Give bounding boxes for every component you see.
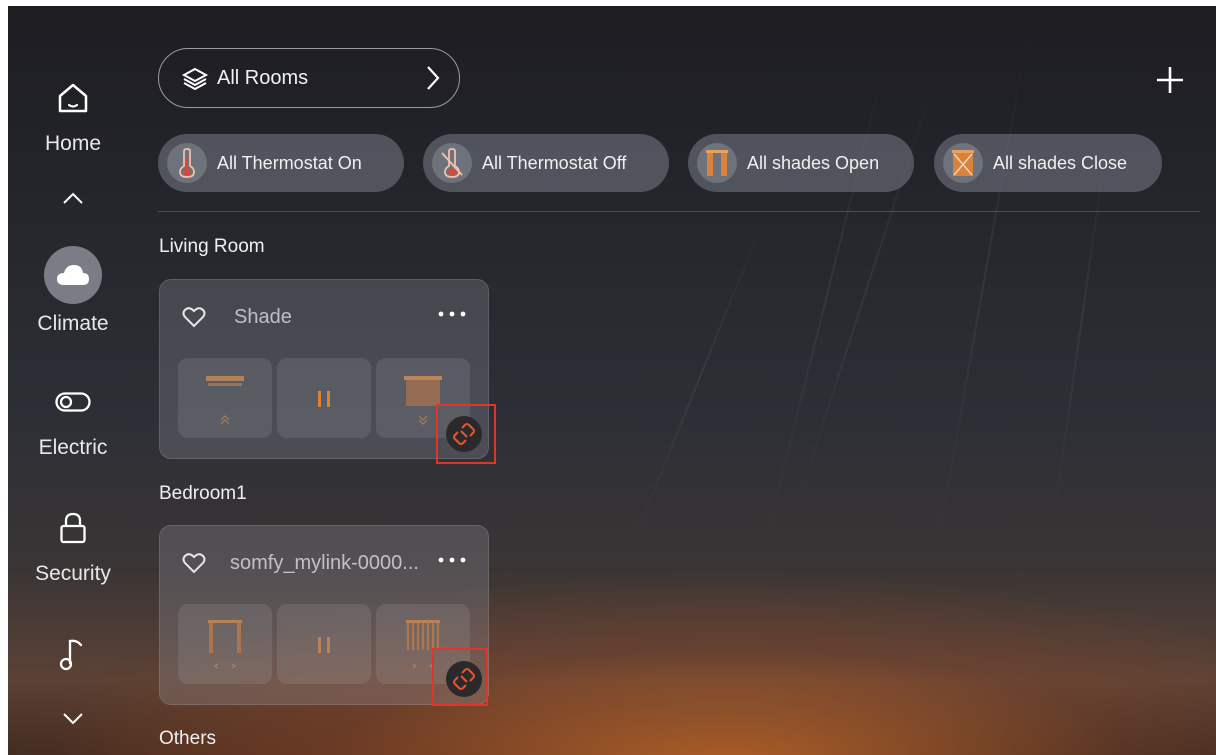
home-icon (53, 78, 93, 118)
roller-up-icon (206, 376, 244, 425)
all-thermostat-off-button[interactable]: All Thermostat Off (423, 134, 669, 192)
room-selector-button[interactable]: All Rooms (158, 48, 460, 108)
device-name: Shade (234, 306, 292, 328)
pause-icon (318, 637, 330, 653)
shade-close-icon (943, 143, 983, 183)
sidebar-item-security[interactable]: Security (8, 508, 138, 586)
more-options-icon[interactable] (436, 550, 468, 570)
sidebar: Home Climate Electric Security (8, 6, 138, 755)
lock-icon (53, 508, 93, 548)
shade-open-button[interactable] (178, 358, 272, 438)
app-screen: Home Climate Electric Security All Rooms… (8, 6, 1216, 755)
all-thermostat-on-button[interactable]: All Thermostat On (158, 134, 404, 192)
curtain-pause-button[interactable] (277, 604, 371, 684)
toggle-icon (53, 382, 93, 422)
sidebar-item-label: Security (35, 562, 111, 585)
sidebar-item-music[interactable] (8, 634, 138, 674)
more-options-icon[interactable] (436, 304, 468, 324)
section-title-others: Others (159, 728, 217, 749)
music-note-icon (53, 634, 93, 674)
device-name: somfy_mylink-0000... (230, 552, 419, 574)
pause-icon (318, 391, 330, 407)
highlight-box (436, 404, 496, 464)
thermometer-off-icon (432, 143, 472, 183)
curtain-open-icon (208, 620, 242, 669)
curtain-open-button[interactable] (178, 604, 272, 684)
divider (158, 211, 1200, 212)
add-icon[interactable] (1154, 64, 1186, 96)
sidebar-item-climate[interactable]: Climate (8, 246, 138, 336)
heart-icon[interactable] (182, 552, 206, 574)
section-title-living-room: Living Room (159, 236, 265, 257)
chevron-up-icon[interactable] (56, 186, 90, 210)
quick-action-label: All Thermostat On (217, 152, 362, 173)
sidebar-item-electric[interactable]: Electric (8, 382, 138, 460)
shade-pause-button[interactable] (277, 358, 371, 438)
sidebar-item-label: Climate (37, 312, 109, 335)
highlight-box (432, 648, 488, 706)
sidebar-item-label: Electric (38, 436, 108, 459)
quick-action-label: All Thermostat Off (482, 152, 627, 173)
thermometer-icon (167, 143, 207, 183)
shade-open-icon (697, 143, 737, 183)
cloud-icon (44, 246, 102, 304)
sidebar-item-label: Home (44, 132, 102, 155)
all-shades-close-button[interactable]: All shades Close (934, 134, 1162, 192)
quick-action-label: All shades Close (993, 152, 1128, 173)
heart-icon[interactable] (182, 306, 206, 328)
layers-icon (181, 64, 209, 92)
section-title-bedroom1: Bedroom1 (159, 483, 247, 504)
chevron-right-icon (423, 64, 443, 92)
quick-action-label: All shades Open (747, 152, 880, 173)
chevron-down-icon[interactable] (56, 706, 90, 730)
sidebar-item-home[interactable]: Home (8, 78, 138, 156)
room-selector-label: All Rooms (217, 66, 309, 89)
all-shades-open-button[interactable]: All shades Open (688, 134, 914, 192)
